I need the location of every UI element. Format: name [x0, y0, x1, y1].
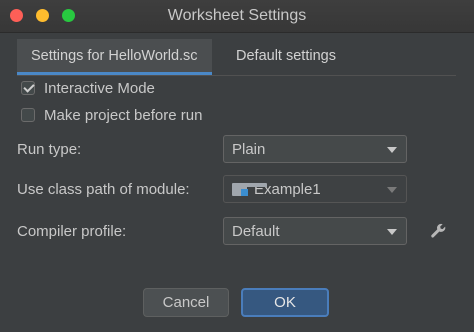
tab-settings-for-helloworld[interactable]: Settings for HelloWorld.sc — [17, 39, 212, 75]
chevron-down-icon — [387, 147, 397, 153]
window-title: Worksheet Settings — [167, 7, 307, 24]
chevron-down-icon — [387, 229, 397, 235]
interactive-mode-checkbox[interactable] — [21, 81, 35, 95]
interactive-mode-label: Interactive Mode — [44, 79, 155, 97]
class-path-dropdown[interactable]: Example1 — [223, 175, 407, 203]
cancel-button[interactable]: Cancel — [143, 288, 229, 317]
compiler-profile-label: Compiler profile: — [17, 223, 127, 240]
make-project-label: Make project before run — [44, 106, 203, 124]
chevron-down-icon — [387, 187, 397, 193]
compiler-profile-dropdown[interactable]: Default — [223, 217, 407, 245]
interactive-mode-option[interactable]: Interactive Mode — [21, 78, 155, 98]
compiler-profile-value: Default — [232, 222, 280, 240]
make-project-checkbox[interactable] — [21, 108, 35, 122]
make-project-option[interactable]: Make project before run — [21, 105, 202, 125]
run-type-dropdown[interactable]: Plain — [223, 135, 407, 163]
tab-default-settings[interactable]: Default settings — [222, 39, 350, 73]
tab-bar: Settings for HelloWorld.sc Default setti… — [17, 39, 456, 76]
run-type-label: Run type: — [17, 141, 82, 158]
module-folder-icon — [232, 182, 267, 196]
wrench-icon[interactable] — [429, 222, 447, 240]
class-path-label: Use class path of module: — [17, 181, 190, 198]
title-bar: Worksheet Settings — [0, 0, 474, 33]
ok-button[interactable]: OK — [241, 288, 329, 317]
run-type-value: Plain — [232, 140, 266, 158]
